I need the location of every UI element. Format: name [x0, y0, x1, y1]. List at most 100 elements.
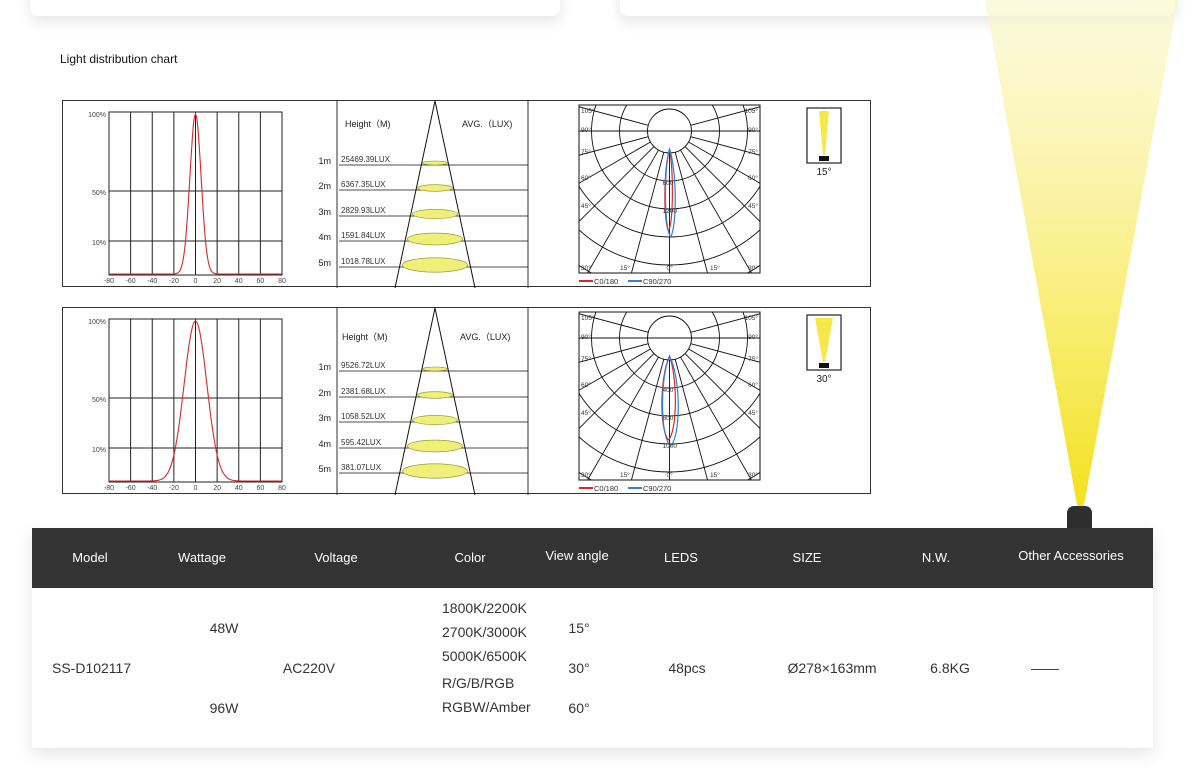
cone-height-value: 4m — [318, 232, 331, 242]
cone-lux-value: 595.42LUX — [341, 438, 382, 447]
illuminance-cone-table: Height（M) AVG.（LUX) 1m 9526.72LUX 2m 2381.68L… — [318, 308, 528, 495]
curve-x-tick: -20 — [169, 278, 179, 285]
cone-lux-value: 1058.52LUX — [341, 412, 386, 421]
polar-angle-label: 15° — [620, 471, 630, 479]
curve-x-tick: 80 — [278, 485, 286, 492]
cell-size: Ø278×163mm — [787, 660, 877, 676]
polar-angle-label: 45° — [748, 202, 758, 210]
section-title: Light distribution chart — [60, 52, 178, 66]
beam-cone — [985, 0, 1178, 510]
cone-illuminance-ellipse — [402, 257, 468, 273]
cone-height-value: 2m — [318, 388, 331, 398]
cone-lux-value: 1018.78LUX — [341, 257, 386, 266]
polar-angle-label: 15° — [620, 264, 630, 272]
cell-color-2: 2700K/3000K — [442, 624, 527, 640]
cone-lux-value: 1591.84LUX — [341, 231, 386, 240]
illuminance-cone-table: Height（M) AVG.（LUX) 1m 25469.39LUX 2m 6367.35… — [318, 101, 528, 288]
header-voltage: Voltage — [314, 550, 358, 565]
polar-angle-label: 60° — [748, 174, 758, 182]
beam-icon-lamp — [819, 156, 829, 161]
curve-y-tick: 100% — [88, 112, 106, 119]
cell-view-angle-2: 30° — [568, 660, 590, 676]
cone-height-label: Height（M) — [342, 332, 388, 342]
light-curve-chart: 100% 50% 10% -80 -60 -40 -20 0 20 40 60 80 — [88, 111, 286, 285]
curve-x-tick: -80 — [104, 485, 114, 492]
polar-angle-label: 105° — [745, 314, 759, 322]
cone-height-value: 3m — [318, 207, 331, 217]
beam-angle-label: 30° — [816, 374, 831, 385]
beam-angle-icon: 30° — [806, 314, 842, 385]
spec-table: Model Wattage Voltage Color View angle L… — [32, 528, 1153, 748]
cone-height-value: 1m — [318, 362, 331, 372]
polar-angle-label: 90° — [748, 126, 758, 134]
polar-angle-label: 75° — [581, 355, 591, 363]
cone-illuminance-ellipse — [402, 463, 468, 479]
polar-angle-label: 30° — [748, 264, 758, 272]
header-accessories: Other Accessories — [1018, 548, 1124, 563]
distribution-panel-2: 100% 50% 10% -80 -60 -40 -20 0 20 40 60 80 Height（M)… — [62, 307, 871, 495]
beam-icon-lamp — [819, 363, 829, 368]
curve-x-tick: 80 — [278, 278, 286, 285]
cell-view-angle-3: 60° — [568, 700, 590, 716]
polar-angle-label: 0° — [667, 471, 674, 479]
cone-lux-value: 2381.68LUX — [341, 387, 386, 396]
polar-angle-label: 75° — [748, 355, 758, 363]
cell-leds: 48pcs — [668, 660, 706, 676]
polar-angle-label: 30° — [581, 471, 591, 479]
curve-x-tick: -60 — [126, 278, 136, 285]
polar-distribution-chart: 105° 105° 90° 90° 75° 75° 60° 60° 45° 45° 30° 15° 0°… — [578, 104, 761, 286]
polar-angle-label: 45° — [748, 409, 758, 417]
cone-lux-value: 2829.93LUX — [341, 206, 386, 215]
curve-x-tick: -60 — [126, 485, 136, 492]
curve-y-tick: 50% — [92, 190, 106, 197]
cell-wattage-1: 48W — [209, 620, 239, 636]
cone-avg-label: AVG.（LUX) — [460, 332, 510, 342]
cone-height-value: 5m — [318, 464, 331, 474]
polar-angle-label: 15° — [710, 264, 720, 272]
polar-angle-label: 30° — [748, 471, 758, 479]
legend-label-c90: C90/270 — [643, 277, 671, 286]
cone-height-label: Height（M) — [345, 119, 391, 129]
header-leds: LEDS — [664, 550, 698, 565]
polar-angle-label: 15° — [710, 471, 720, 479]
polar-angle-label: 0° — [667, 264, 674, 272]
cell-wattage-2: 96W — [209, 700, 239, 716]
cone-illuminance-ellipse — [417, 184, 453, 192]
cell-model: SS-D102117 — [52, 660, 132, 676]
polar-angle-label: 60° — [581, 381, 591, 389]
cone-height-value: 2m — [318, 181, 331, 191]
cell-color-4: R/G/B/RGB — [442, 675, 515, 691]
curve-x-tick: 20 — [213, 485, 221, 492]
curve-y-tick: 50% — [92, 397, 106, 404]
cell-color-5: RGBW/Amber — [442, 699, 531, 715]
polar-angle-label: 30° — [581, 264, 591, 272]
polar-angle-label: 105° — [745, 107, 759, 115]
cell-accessories: —— — [1031, 660, 1059, 676]
polar-angle-label: 90° — [581, 126, 591, 134]
polar-ring-label: 400 — [663, 387, 674, 394]
header-color: Color — [454, 550, 486, 565]
polar-angle-label: 60° — [581, 174, 591, 182]
polar-ring-label: 600 — [663, 415, 674, 422]
curve-x-tick: -40 — [147, 485, 157, 492]
legend-label-c0: C0/180 — [594, 277, 618, 286]
polar-angle-label: 45° — [581, 202, 591, 210]
light-curve-chart: 100% 50% 10% -80 -60 -40 -20 0 20 40 60 80 — [88, 318, 286, 492]
legend-label-c0: C0/180 — [594, 484, 618, 493]
header-view-angle: View angle — [545, 548, 609, 563]
cell-color-1: 1800K/2200K — [442, 600, 527, 616]
polar-ring-label: 600 — [663, 180, 674, 187]
cone-height-value: 3m — [318, 413, 331, 423]
cone-height-value: 1m — [318, 156, 331, 166]
curve-y-tick: 10% — [92, 447, 106, 454]
header-model: Model — [72, 550, 108, 565]
cell-color-3: 5000K/6500K — [442, 648, 527, 664]
curve-x-tick: 0 — [194, 485, 198, 492]
cone-illuminance-ellipse — [422, 160, 448, 166]
header-nw: N.W. — [921, 550, 951, 565]
header-size: SIZE — [792, 550, 822, 565]
polar-angle-label: 90° — [581, 333, 591, 341]
polar-angle-label: 105° — [581, 314, 595, 322]
cone-lux-value: 9526.72LUX — [341, 361, 386, 370]
curve-y-tick: 100% — [88, 319, 106, 326]
